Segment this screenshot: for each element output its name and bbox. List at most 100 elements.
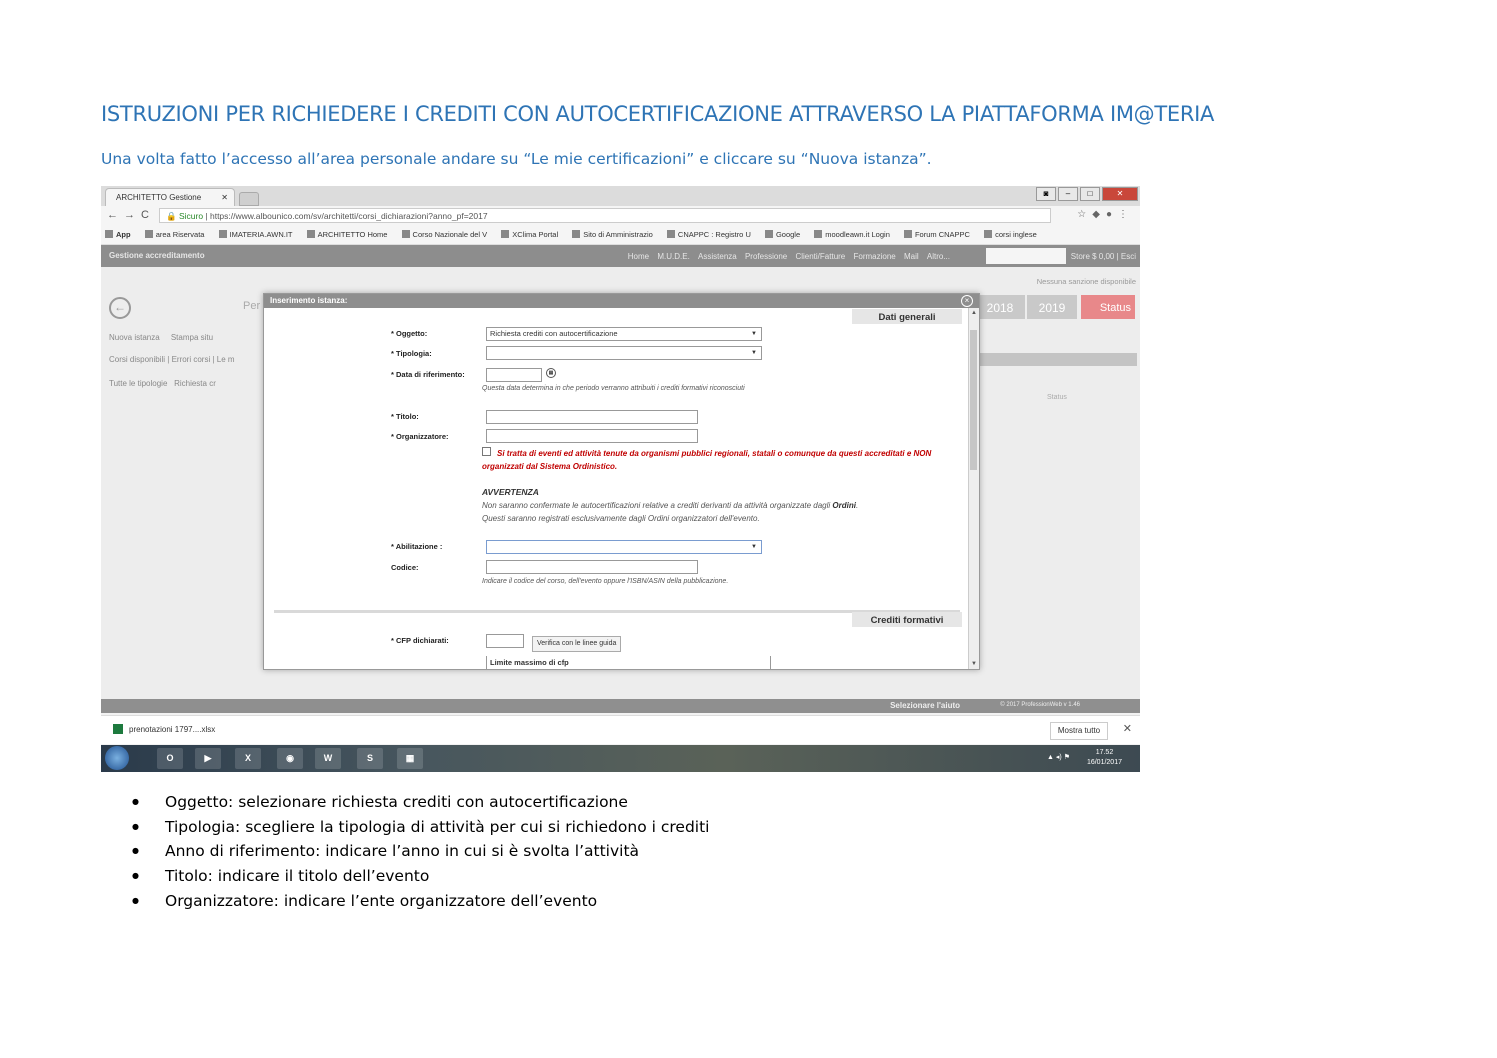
bookmark-item[interactable]: XClima Portal (501, 226, 558, 244)
store-link[interactable]: Store $ 0,00 | Esci (1071, 252, 1136, 261)
dialog-close-icon[interactable]: × (961, 295, 973, 307)
tab-close-icon[interactable]: ✕ (221, 189, 228, 207)
cfp-input[interactable] (486, 634, 524, 648)
filter-item[interactable]: Corsi disponibili (109, 355, 165, 364)
organizzatore-input[interactable] (486, 429, 698, 443)
windows-taskbar: O ▶ X ◉ W S ▦ ▲ ◂) ⚑ 17.52 16/01/2017 (101, 745, 1140, 772)
bookmarks-bar: App area Riservata IMATERIA.AWN.IT ARCHI… (101, 226, 1140, 245)
bookmark-icon (501, 230, 510, 238)
clock: 17.52 16/01/2017 (1087, 748, 1122, 768)
titolo-input[interactable] (486, 410, 698, 424)
bookmark-item[interactable]: IMATERIA.AWN.IT (218, 226, 292, 244)
url-text: https://www.albounico.com/sv/architetti/… (209, 211, 488, 221)
start-button-icon[interactable] (105, 746, 129, 770)
dialog-scrollbar[interactable]: ▲ ▼ (968, 308, 979, 669)
menu-item[interactable]: Professione (745, 252, 787, 261)
word-icon[interactable]: W (315, 748, 341, 769)
bookmark-item[interactable]: App (105, 226, 131, 244)
extension-icons[interactable]: ☆◆●⋮ (1077, 209, 1134, 220)
warning-text: Non saranno confermate le autocertificaz… (482, 501, 859, 523)
secure-label: Sicuro (178, 211, 204, 221)
menu-item[interactable]: Formazione (853, 252, 895, 261)
url-input[interactable]: 🔒 Sicuro | https://www.albounico.com/sv/… (159, 208, 1051, 223)
oggetto-label: * Oggetto: (391, 329, 428, 338)
data-riferimento-input[interactable] (486, 368, 542, 382)
menu-item[interactable]: Altro... (927, 252, 950, 261)
filter-item[interactable]: Le m (217, 355, 235, 364)
list-item: Tipologia: scegliere la tipologia di att… (130, 815, 709, 840)
window-close-icon[interactable]: ✕ (1102, 187, 1138, 201)
year-tab-2018[interactable]: 2018 (975, 295, 1025, 319)
print-button[interactable]: Stampa situ (171, 333, 213, 342)
typology-item[interactable]: Richiesta cr (174, 379, 216, 388)
maximize-icon[interactable]: □ (1080, 187, 1100, 201)
menu-item[interactable]: Home (628, 252, 649, 261)
menu-item[interactable]: Clienti/Fatture (795, 252, 845, 261)
explorer-icon[interactable]: ▦ (397, 748, 423, 769)
media-player-icon[interactable]: ▶ (195, 748, 221, 769)
section-general: Dati generali (852, 309, 962, 324)
insert-instance-dialog: Inserimento istanza: × Dati generali * O… (263, 293, 980, 670)
bookmark-item[interactable]: Corso Nazionale del V (401, 226, 487, 244)
app-brand[interactable]: Gestione accreditamento (109, 251, 205, 260)
screenshot: ARCHITETTO Gestione ✕ ◙ – □ ✕ ←→C 🔒 Sicu… (101, 186, 1140, 772)
address-bar-row: ←→C 🔒 Sicuro | https://www.albounico.com… (101, 206, 1140, 226)
list-item: Anno di riferimento: indicare l’anno in … (130, 839, 709, 864)
data-hint: Questa data determina in che periodo ver… (482, 385, 745, 392)
tipologia-select[interactable]: ▼ (486, 346, 762, 360)
instructions-list: Oggetto: selezionare richiesta crediti c… (130, 790, 709, 913)
status-button[interactable]: Status (1081, 295, 1135, 319)
abilitazione-select[interactable]: ▼ (486, 540, 762, 554)
downloads-close-icon[interactable]: ✕ (1123, 722, 1132, 735)
bookmark-icon (144, 230, 153, 238)
excel-icon[interactable]: X (235, 748, 261, 769)
bookmark-item[interactable]: Google (764, 226, 800, 244)
scroll-up-icon[interactable]: ▲ (971, 310, 977, 316)
bookmark-item[interactable]: CNAPPC : Registro U (666, 226, 751, 244)
bookmark-item[interactable]: Sito di Amministrazio (572, 226, 653, 244)
skype-icon[interactable]: S (357, 748, 383, 769)
typology-item[interactable]: Tutte le tipologie (109, 379, 167, 388)
user-box[interactable] (986, 248, 1066, 264)
minimize-icon[interactable]: – (1058, 187, 1078, 201)
filter-item[interactable]: Errori corsi (172, 355, 211, 364)
new-tab-button[interactable] (239, 192, 259, 206)
chrome-icon[interactable]: ◉ (277, 748, 303, 769)
table-header (979, 353, 1137, 366)
back-arrow-icon[interactable]: ← (109, 297, 131, 319)
version-label: © 2017 ProfessionWeb v 1.46 (1000, 702, 1080, 708)
menu-item[interactable]: M.U.D.E. (657, 252, 689, 261)
bookmark-item[interactable]: ARCHITETTO Home (306, 226, 387, 244)
menu-item[interactable]: Assistenza (698, 252, 737, 261)
oggetto-select[interactable]: Richiesta crediti con autocertificazione… (486, 327, 762, 341)
bookmark-item[interactable]: moodleawn.it Login (814, 226, 890, 244)
bookmark-item[interactable]: Forum CNAPPC (903, 226, 970, 244)
new-instance-button[interactable]: Nuova istanza (109, 333, 160, 342)
download-item[interactable]: prenotazioni 1797....xlsx (113, 724, 215, 734)
calendar-icon[interactable]: ▦ (546, 368, 556, 378)
bookmark-item[interactable]: corsi inglese (984, 226, 1037, 244)
verify-guidelines-button[interactable]: Verifica con le linee guida (532, 636, 622, 652)
data-riferimento-label: * Data di riferimento: (391, 370, 465, 379)
menu-item[interactable]: Mail (904, 252, 919, 261)
browser-tab[interactable]: ARCHITETTO Gestione ✕ (105, 188, 235, 206)
scroll-down-icon[interactable]: ▼ (971, 661, 977, 667)
app-menu: Home M.U.D.E. Assistenza Professione Cli… (622, 252, 950, 261)
nav-buttons[interactable]: ←→C (107, 209, 155, 221)
show-all-button[interactable]: Mostra tutto (1050, 722, 1108, 740)
clock-date: 16/01/2017 (1086, 759, 1122, 766)
app-footer: Selezionare l'aiuto © 2017 ProfessionWeb… (101, 699, 1140, 713)
public-entity-checkbox[interactable] (482, 447, 491, 456)
cfp-label: * CFP dichiarati: (391, 636, 449, 645)
help-label[interactable]: Selezionare l'aiuto (890, 701, 960, 710)
bookmark-item[interactable]: area Riservata (144, 226, 204, 244)
sanction-notice: Nessuna sanzione disponibile (1036, 277, 1136, 286)
codice-input[interactable] (486, 560, 698, 574)
system-tray-icons[interactable]: ▲ ◂) ⚑ (1047, 753, 1070, 761)
outlook-icon[interactable]: O (157, 748, 183, 769)
year-tab-2019[interactable]: 2019 (1027, 295, 1077, 319)
user-icon[interactable]: ◙ (1036, 187, 1056, 201)
warning-title: AVVERTENZA (482, 487, 539, 497)
scroll-thumb[interactable] (970, 330, 977, 470)
organizzatore-label: * Organizzatore: (391, 432, 449, 441)
